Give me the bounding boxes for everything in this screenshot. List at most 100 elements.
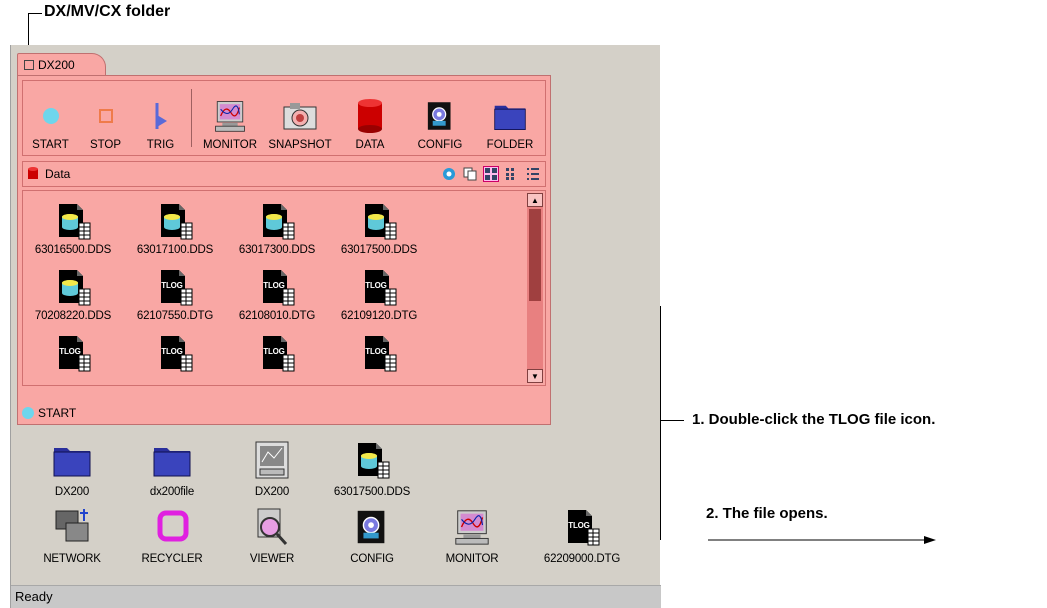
config-label: CONFIG — [417, 139, 463, 151]
desktop-icon-label: RECYCLER — [141, 553, 203, 565]
file-item[interactable]: 63016500.DDS — [23, 203, 123, 256]
large-icons-view-icon[interactable] — [483, 166, 499, 182]
desktop-icon-network[interactable]: NETWORK — [17, 507, 127, 565]
desktop-icon-label: 63017500.DDS — [333, 486, 411, 498]
start-button[interactable]: START — [23, 81, 78, 155]
config-icon — [422, 98, 458, 134]
small-icons-view-icon[interactable] — [504, 166, 520, 182]
file-name: 62108010.DTG — [238, 310, 316, 322]
desktop-icon-label: DX200 — [254, 486, 290, 498]
recycler-icon — [151, 507, 193, 547]
config-icon — [351, 507, 393, 547]
file-item[interactable]: 62108010.DTG — [227, 269, 327, 322]
data-cylinder-icon — [352, 98, 388, 134]
file-item[interactable]: 63017300.DDS — [227, 203, 327, 256]
callout-bracket-line — [660, 306, 661, 540]
desktop-icon-label: VIEWER — [249, 553, 295, 565]
trig-button[interactable]: TRIG — [133, 81, 188, 155]
file-item[interactable]: 63017100.DDS — [125, 203, 225, 256]
dds-file-icon — [155, 203, 195, 241]
stop-button[interactable]: STOP — [78, 81, 133, 155]
dds-file-icon — [359, 203, 399, 241]
file-list-scrollbar[interactable]: ▲ ▼ — [527, 193, 543, 383]
list-view-icon[interactable] — [525, 166, 541, 182]
file-item[interactable]: 62107550.DTG — [125, 269, 225, 322]
step1-label: 1. Double-click the TLOG file icon. — [692, 411, 936, 428]
desktop-icon-tlog-file[interactable]: 62209000.DTG — [527, 507, 637, 565]
data-header-label: Data — [45, 167, 71, 181]
step2-arrow — [708, 536, 936, 544]
tlog-file-icon — [359, 335, 399, 373]
folder-label: FOLDER — [486, 139, 534, 151]
trig-icon — [143, 98, 179, 134]
desktop-icon-dx200-device[interactable]: DX200 — [217, 440, 327, 498]
file-name: 63017500.DDS — [340, 244, 418, 256]
desktop-icon-config[interactable]: CONFIG — [317, 507, 427, 565]
desktop-icon-viewer[interactable]: VIEWER — [217, 507, 327, 565]
desktop-icon-label: MONITOR — [445, 553, 499, 565]
tlog-file-icon — [359, 269, 399, 307]
data-file-list: 63016500.DDS 63017100.DDS 63017300.DDS 6… — [22, 190, 546, 386]
tlog-file-icon — [561, 507, 603, 547]
file-name: 62109120.DTG — [340, 310, 418, 322]
tlog-file-icon — [257, 335, 297, 373]
viewer-icon — [251, 507, 293, 547]
desktop-icon-monitor[interactable]: MONITOR — [417, 507, 527, 565]
file-name: 63016500.DDS — [34, 244, 112, 256]
snapshot-button[interactable]: SNAPSHOT — [265, 81, 335, 155]
monitor-icon — [451, 507, 493, 547]
dds-file-icon — [351, 440, 393, 480]
folder-toolbar: START STOP TRIG MONITOR SNAPSHOT DATA CO… — [22, 80, 546, 156]
data-cylinder-icon — [28, 167, 38, 179]
scroll-down-arrow-icon[interactable]: ▼ — [527, 369, 543, 383]
panel-status: START — [22, 406, 76, 420]
dx200-folder-panel: START STOP TRIG MONITOR SNAPSHOT DATA CO… — [17, 75, 551, 425]
desktop-icon-label: CONFIG — [350, 553, 394, 565]
dds-file-icon — [53, 203, 93, 241]
desktop-icon-dx200file-folder[interactable]: dx200file — [117, 440, 227, 498]
file-name: 70208220.DDS — [34, 310, 112, 322]
start-icon — [33, 98, 69, 134]
desktop-icon-label: 62209000.DTG — [543, 553, 621, 565]
file-item[interactable] — [227, 335, 327, 376]
snapshot-label: SNAPSHOT — [268, 139, 332, 151]
data-button[interactable]: DATA — [335, 81, 405, 155]
desktop-icon-dds-file[interactable]: 63017500.DDS — [317, 440, 427, 498]
monitor-icon — [212, 98, 248, 134]
dds-file-icon — [257, 203, 297, 241]
desktop-icon-label: NETWORK — [43, 553, 101, 565]
folder-icon — [151, 440, 193, 480]
copy-icon[interactable] — [462, 166, 478, 182]
scroll-up-arrow-icon[interactable]: ▲ — [527, 193, 543, 207]
tlog-file-icon — [155, 335, 195, 373]
status-dot-icon — [22, 407, 34, 419]
scrollbar-thumb[interactable] — [529, 209, 541, 301]
file-item[interactable] — [23, 335, 123, 376]
camera-icon — [282, 98, 318, 134]
refresh-icon[interactable] — [441, 166, 457, 182]
desktop-icon-recycler[interactable]: RECYCLER — [117, 507, 227, 565]
folder-button[interactable]: FOLDER — [475, 81, 545, 155]
folder-tab-dx200[interactable]: DX200 — [17, 53, 106, 75]
file-item[interactable]: 62109120.DTG — [329, 269, 429, 322]
file-item[interactable]: 63017500.DDS — [329, 203, 429, 256]
monitor-label: MONITOR — [202, 139, 258, 151]
desktop-icon-dx200-folder[interactable]: DX200 — [17, 440, 127, 498]
step2-label: 2. The file opens. — [706, 505, 828, 522]
data-label: DATA — [355, 139, 385, 151]
folder-callout-label: DX/MV/CX folder — [44, 3, 171, 20]
tlog-file-icon — [155, 269, 195, 307]
desktop-icon-label: DX200 — [54, 486, 90, 498]
file-item[interactable] — [125, 335, 225, 376]
config-button[interactable]: CONFIG — [405, 81, 475, 155]
start-label: START — [32, 139, 69, 151]
status-bar: Ready — [11, 585, 661, 608]
file-name: 63017100.DDS — [136, 244, 214, 256]
monitor-button[interactable]: MONITOR — [195, 81, 265, 155]
file-item[interactable] — [329, 335, 429, 376]
file-item[interactable]: 70208220.DDS — [23, 269, 123, 322]
folder-tab-label: DX200 — [38, 57, 75, 72]
tab-checkbox-icon — [24, 59, 34, 70]
file-name: 63017300.DDS — [238, 244, 316, 256]
toolbar-separator — [191, 89, 192, 147]
